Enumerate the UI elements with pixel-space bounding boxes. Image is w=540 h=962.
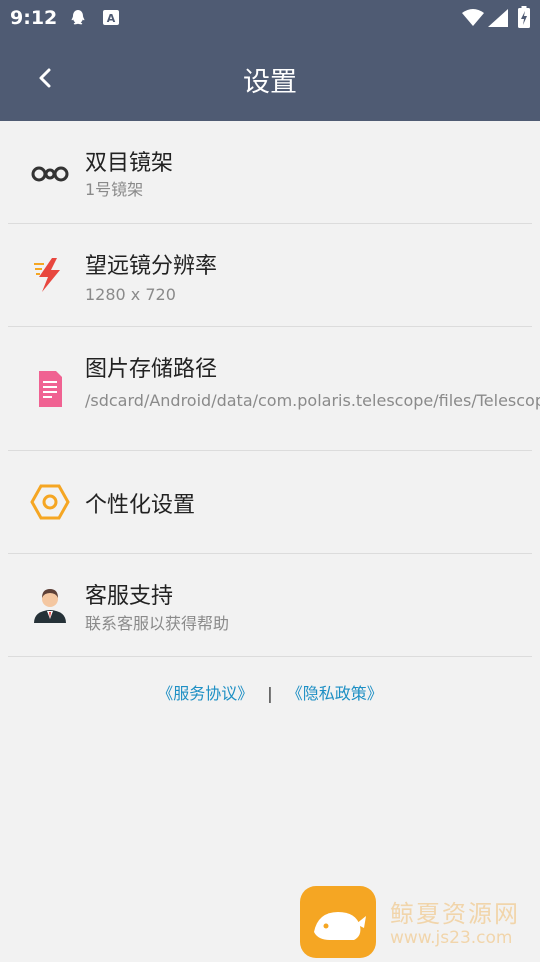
page-title: 设置 — [243, 67, 297, 98]
watermark-logo — [300, 886, 376, 958]
setting-title: 图片存储路径 — [85, 357, 218, 382]
cellular-signal-icon — [488, 9, 508, 27]
setting-personalization[interactable]: 个性化设置 — [8, 451, 532, 554]
setting-image-storage-path[interactable]: 图片存储路径 /sdcard/Android/data/com.polaris.… — [8, 327, 540, 451]
accessibility-a-icon: A — [103, 10, 119, 25]
battery-charging-icon — [518, 6, 530, 28]
status-time: 9:12 — [10, 7, 58, 29]
setting-subtitle: /sdcard/Android/data/com.polaris.telesco… — [85, 391, 540, 410]
lightning-icon — [34, 258, 60, 292]
svg-text:A: A — [107, 12, 116, 25]
watermark-text: 鲸夏资源网 — [390, 900, 520, 928]
link-separator: | — [267, 684, 273, 703]
setting-subtitle: 联系客服以获得帮助 — [85, 614, 230, 633]
whale-icon — [314, 912, 366, 940]
watermark: 鲸夏资源网 www.js23.com — [298, 884, 540, 960]
setting-title: 双目镜架 — [85, 151, 174, 176]
setting-telescope-resolution[interactable]: 望远镜分辨率 1280 x 720 — [8, 224, 532, 327]
setting-binocular-mount[interactable]: 双目镜架 1号镜架 — [8, 121, 532, 224]
qq-icon — [71, 10, 85, 25]
setting-customer-support[interactable]: 客服支持 联系客服以获得帮助 — [8, 554, 532, 657]
policy-links: 《服务协议》 | 《隐私政策》 — [0, 680, 540, 704]
app-bar: 设置 — [0, 36, 540, 121]
wifi-icon — [462, 9, 484, 26]
setting-title: 望远镜分辨率 — [85, 254, 218, 279]
binoculars-icon — [31, 166, 69, 182]
setting-title: 客服支持 — [85, 584, 174, 609]
service-agreement-link[interactable]: 《服务协议》 — [157, 684, 253, 703]
watermark-url: www.js23.com — [390, 928, 513, 948]
setting-title: 个性化设置 — [85, 493, 196, 518]
privacy-policy-link[interactable]: 《隐私政策》 — [287, 684, 383, 703]
setting-subtitle: 1280 x 720 — [85, 285, 176, 304]
setting-subtitle: 1号镜架 — [85, 180, 144, 199]
settings-list: 双目镜架 1号镜架 望远镜分辨率 1280 x 720 图片存储路径 /sdca… — [0, 121, 540, 657]
support-agent-icon — [34, 589, 66, 623]
document-icon — [39, 371, 62, 407]
status-bar: 9:12 A — [0, 0, 540, 36]
hexagon-settings-icon — [30, 484, 70, 520]
